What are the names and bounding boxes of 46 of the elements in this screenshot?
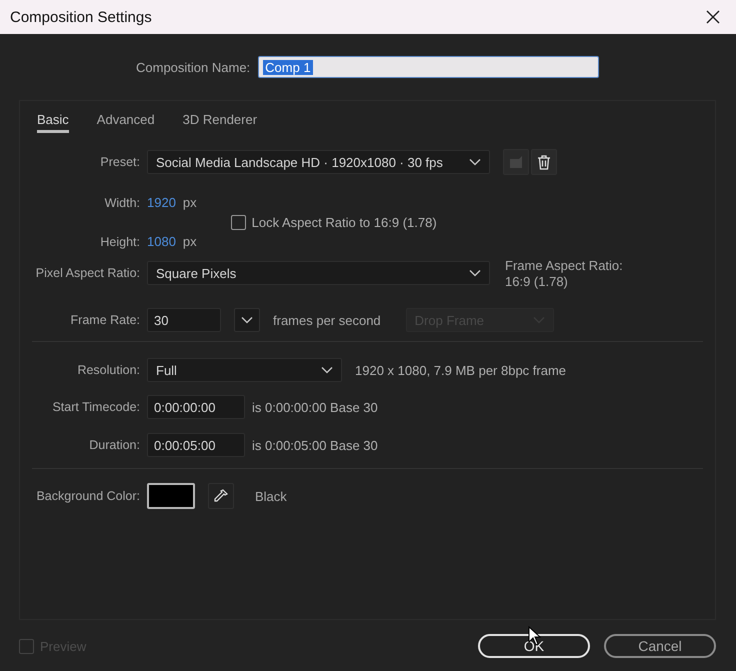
frame-aspect-value: 16:9 (1.78): [505, 274, 569, 290]
unit-label: frames per second: [273, 312, 381, 328]
start-timecode-field[interactable]: 0:00:00:00: [147, 395, 245, 419]
field-label: Start Timecode:: [51, 400, 140, 414]
field-label: Resolution:: [76, 363, 140, 377]
tab[interactable]: 3D Renderer: [182, 111, 258, 133]
frame-rate-dropdown[interactable]: [234, 308, 260, 332]
resolution-info: 1920 x 1080, 7.9 MB per 8bpc frame: [355, 362, 566, 378]
height-value[interactable]: 1080: [147, 234, 176, 249]
preset-dropdown[interactable]: Social Media Landscape HD · 1920x1080 · 30 fps: [147, 150, 490, 174]
unit-label: px: [182, 234, 197, 249]
pixel-aspect-dropdown[interactable]: Square Pixels: [147, 261, 490, 285]
field-label: Width:: [104, 196, 140, 210]
field-label: Composition Name:: [136, 60, 250, 74]
duration-field[interactable]: 0:00:05:00: [147, 433, 245, 457]
chevron-icon: [241, 316, 253, 324]
field-label: Background Color:: [35, 489, 140, 503]
cancel-button[interactable]: Cancel: [604, 634, 716, 658]
field-label: Duration:: [88, 438, 140, 452]
trash-icon: [537, 154, 551, 170]
field-label: Frame Rate:: [70, 313, 140, 327]
frame-rate-field[interactable]: 30: [147, 308, 221, 332]
eyedropper-icon: [213, 488, 229, 504]
tab[interactable]: Advanced: [96, 111, 155, 133]
folded-page-icon: [509, 155, 523, 169]
field-label: Pixel Aspect Ratio:: [34, 265, 140, 282]
timecode-info: is 0:00:05:00 Base 30: [252, 438, 378, 452]
color-name: Black: [255, 488, 287, 504]
composition-name-field[interactable]: Comp 1: [258, 56, 600, 78]
close-icon: [706, 10, 720, 24]
frame-aspect-label: Frame Aspect Ratio:: [505, 258, 623, 274]
width-value[interactable]: 1920: [147, 195, 176, 210]
tab[interactable]: Basic: [37, 111, 69, 133]
field-label: Preset:: [99, 155, 140, 169]
delete-preset-button[interactable]: [531, 149, 557, 175]
resolution-dropdown[interactable]: Full: [147, 358, 342, 382]
color-swatch[interactable]: [147, 483, 195, 509]
eyedropper-button[interactable]: [208, 483, 234, 509]
field-label: Height:: [99, 234, 140, 248]
timecode-info: is 0:00:00:00 Base 30: [252, 400, 378, 414]
chevron-icon: [469, 269, 481, 277]
chevron-icon: [321, 366, 333, 374]
unit-label: px: [182, 195, 197, 210]
lock-aspect-checkbox[interactable]: Lock Aspect Ratio to 16:9 (1.78): [230, 214, 437, 230]
window-title: Composition Settings: [10, 8, 152, 26]
chevron-icon: [469, 158, 481, 166]
